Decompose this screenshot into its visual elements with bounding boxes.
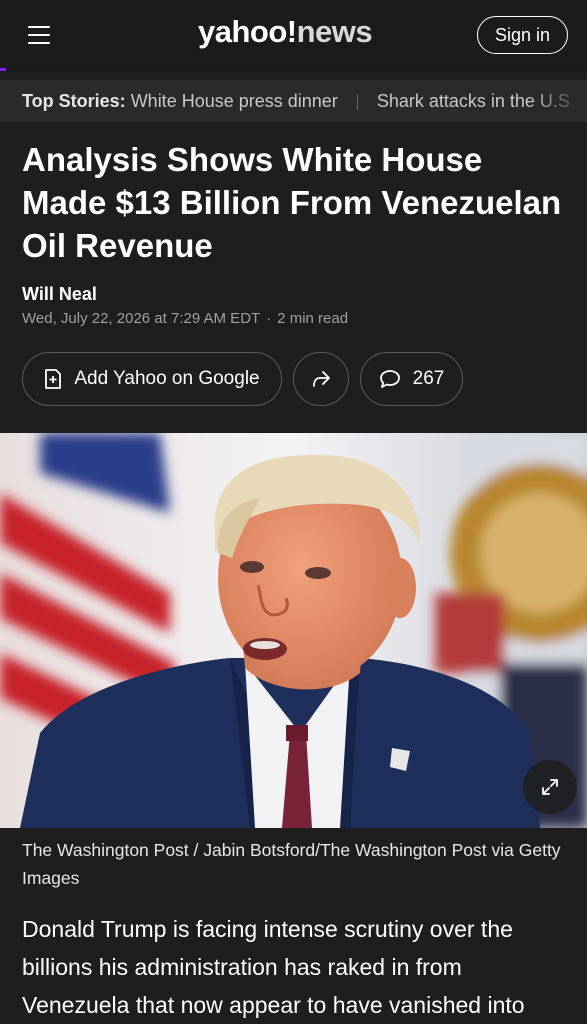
yahoo-news-logo[interactable]: yahoo!news — [198, 14, 373, 54]
top-header: yahoo!news Sign in — [0, 0, 587, 70]
share-button[interactable] — [293, 352, 349, 406]
fade-overlay — [527, 80, 587, 122]
share-icon — [313, 371, 330, 387]
logo-main: yahoo! — [198, 14, 297, 49]
add-yahoo-google-label: Add Yahoo on Google — [74, 368, 260, 389]
expand-image-button[interactable] — [523, 760, 577, 814]
meta-separator: · — [266, 310, 272, 327]
photo-caption: The Washington Post / Jabin Botsford/The… — [22, 840, 561, 888]
expand-icon — [542, 779, 558, 795]
article-photo[interactable] — [0, 433, 587, 828]
publish-date: Wed, July 22, 2026 at 7:29 AM EDT — [22, 310, 261, 327]
comments-button[interactable]: 267 — [360, 352, 463, 406]
story-divider — [356, 94, 358, 111]
hamburger-menu-icon[interactable] — [28, 26, 50, 44]
article-meta: Wed, July 22, 2026 at 7:29 AM EDT · 2 min … — [22, 310, 348, 327]
top-stories-bar: Top Stories: White House press dinner Sh… — [0, 80, 587, 122]
comment-count: 267 — [412, 368, 445, 389]
logo-sub: news — [296, 14, 373, 49]
accent-indicator — [0, 68, 6, 71]
photo-illustration — [0, 433, 587, 828]
article-headline: Analysis Shows White House Made $13 Bill… — [22, 141, 562, 264]
author-name[interactable]: Will Neal — [22, 284, 97, 305]
top-stories-label: Top Stories: — [22, 91, 126, 111]
add-yahoo-google-button[interactable]: Add Yahoo on Google — [22, 352, 282, 406]
sign-in-button[interactable]: Sign in — [477, 16, 568, 54]
read-time: 2 min read — [277, 310, 349, 327]
top-story-link[interactable]: White House press dinner — [131, 91, 338, 111]
comment-icon — [379, 370, 400, 388]
add-doc-icon — [45, 369, 62, 389]
article-body: Donald Trump is facing intense scrutiny … — [22, 916, 525, 1018]
